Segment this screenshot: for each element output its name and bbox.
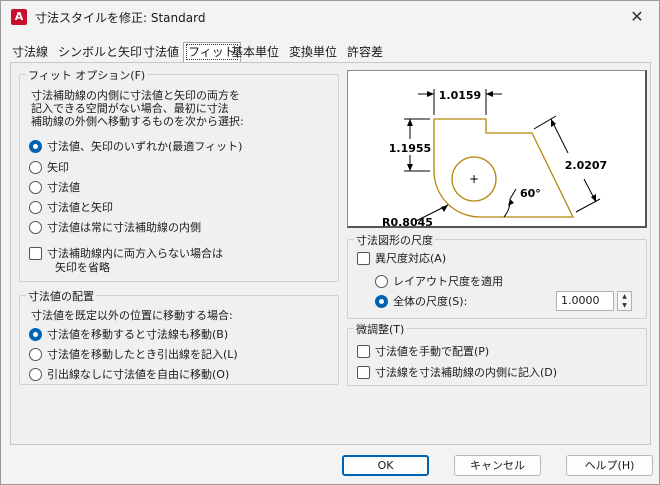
radio-text-and-arrows-label[interactable]: 寸法値と矢印 <box>47 201 113 214</box>
tab-dimension-lines[interactable]: 寸法線 <box>10 43 50 63</box>
radio-layout-scale-label[interactable]: レイアウト尺度を適用 <box>393 275 503 288</box>
spin-up-icon[interactable]: ▲ <box>618 292 631 301</box>
cancel-button[interactable]: キャンセル <box>454 455 541 476</box>
text-placement-legend: 寸法値の配置 <box>26 288 96 304</box>
fit-options-legend: フィット オプション(F) <box>26 67 148 83</box>
close-icon[interactable]: ✕ <box>621 5 653 29</box>
radio-text-and-arrows[interactable] <box>29 201 42 214</box>
ok-button[interactable]: OK <box>342 455 429 476</box>
suppress-arrows-checkbox[interactable] <box>29 247 42 260</box>
preview-drawing: + 1.0159 1.1955 2.0207 60° R0.8045 <box>382 89 607 227</box>
manual-place-text-label[interactable]: 寸法値を手動で配置(P) <box>375 345 489 358</box>
fit-options-description-line3: 補助線の外側へ移動するものを次から選択: <box>31 115 244 128</box>
radio-overall-scale[interactable] <box>375 295 388 308</box>
radio-move-dim-line-label[interactable]: 寸法値を移動すると寸法線も移動(B) <box>47 328 228 341</box>
radio-always-inside-label[interactable]: 寸法値は常に寸法補助線の内側 <box>47 221 201 234</box>
fine-tuning-group: 微調整(T) 寸法値を手動で配置(P) 寸法線を寸法補助線の内側に記入(D) <box>347 321 647 386</box>
annotative-label[interactable]: 異尺度対応(A) <box>375 252 446 265</box>
window-title: 寸法スタイルを修正: Standard <box>35 11 206 25</box>
radio-add-leader-label[interactable]: 寸法値を移動したとき引出線を記入(L) <box>47 348 238 361</box>
title-bar: A 寸法スタイルを修正: Standard ✕ <box>1 1 659 33</box>
overall-scale-spinner[interactable]: ▲ ▼ <box>617 291 632 311</box>
annotative-checkbox[interactable] <box>357 252 370 265</box>
radio-text-label[interactable]: 寸法値 <box>47 181 80 194</box>
overall-scale-input[interactable]: 1.0000 <box>556 291 614 311</box>
tab-symbols-arrows[interactable]: シンボルと矢印 <box>56 43 144 63</box>
tab-primary-units[interactable]: 基本単位 <box>229 43 281 63</box>
radio-arrows[interactable] <box>29 161 42 174</box>
radio-best-fit[interactable] <box>29 140 42 153</box>
radio-arrows-label[interactable]: 矢印 <box>47 161 69 174</box>
tab-tolerances[interactable]: 許容差 <box>345 43 385 63</box>
text-placement-description: 寸法値を既定以外の位置に移動する場合: <box>31 309 233 322</box>
preview-center-mark: + <box>469 172 479 186</box>
radio-best-fit-label[interactable]: 寸法値、矢印のいずれか(最適フィット) <box>47 140 242 153</box>
suppress-arrows-label-line1[interactable]: 寸法補助線内に両方入らない場合は <box>47 247 223 260</box>
radio-add-leader[interactable] <box>29 348 42 361</box>
dialog-window: A 寸法スタイルを修正: Standard ✕ 寸法線 シンボルと矢印 寸法値 … <box>0 0 660 485</box>
preview-dim-radius: R0.8045 <box>382 216 433 227</box>
scale-legend: 寸法図形の尺度 <box>354 232 435 248</box>
radio-layout-scale[interactable] <box>375 275 388 288</box>
fit-options-group: フィット オプション(F) 寸法補助線の内側に寸法値と矢印の両方を 記入できる空… <box>19 67 339 282</box>
draw-dim-line-inside-checkbox[interactable] <box>357 366 370 379</box>
spin-down-icon[interactable]: ▼ <box>618 301 631 310</box>
preview-dim-angle: 60° <box>520 187 541 200</box>
autocad-app-icon: A <box>11 9 27 25</box>
manual-place-text-checkbox[interactable] <box>357 345 370 358</box>
preview-dim-top: 1.0159 <box>439 89 481 102</box>
radio-move-dim-line[interactable] <box>29 328 42 341</box>
radio-always-inside[interactable] <box>29 221 42 234</box>
fit-options-description-line2: 記入できる空間がない場合、最初に寸法 <box>31 102 229 115</box>
radio-no-leader-label[interactable]: 引出線なしに寸法値を自由に移動(O) <box>47 368 229 381</box>
fine-tuning-legend: 微調整(T) <box>354 321 407 337</box>
fit-options-description-line1: 寸法補助線の内側に寸法値と矢印の両方を <box>31 89 240 102</box>
radio-no-leader[interactable] <box>29 368 42 381</box>
preview-dim-left: 1.1955 <box>389 142 431 155</box>
preview-dim-right: 2.0207 <box>565 159 607 172</box>
draw-dim-line-inside-label[interactable]: 寸法線を寸法補助線の内側に記入(D) <box>375 366 557 379</box>
tab-text[interactable]: 寸法値 <box>141 43 181 63</box>
radio-text[interactable] <box>29 181 42 194</box>
scale-group: 寸法図形の尺度 異尺度対応(A) レイアウト尺度を適用 全体の尺度(S): 1.… <box>347 232 647 319</box>
suppress-arrows-label-line2[interactable]: 矢印を省略 <box>55 261 110 274</box>
help-button[interactable]: ヘルプ(H) <box>566 455 653 476</box>
tab-alternate-units[interactable]: 変換単位 <box>287 43 339 63</box>
tab-content-fit: フィット オプション(F) 寸法補助線の内側に寸法値と矢印の両方を 記入できる空… <box>10 62 651 445</box>
radio-overall-scale-label[interactable]: 全体の尺度(S): <box>393 295 467 308</box>
text-placement-group: 寸法値の配置 寸法値を既定以外の位置に移動する場合: 寸法値を移動すると寸法線も… <box>19 288 339 385</box>
dimension-preview: + 1.0159 1.1955 2.0207 60° R0.8045 <box>347 70 647 228</box>
